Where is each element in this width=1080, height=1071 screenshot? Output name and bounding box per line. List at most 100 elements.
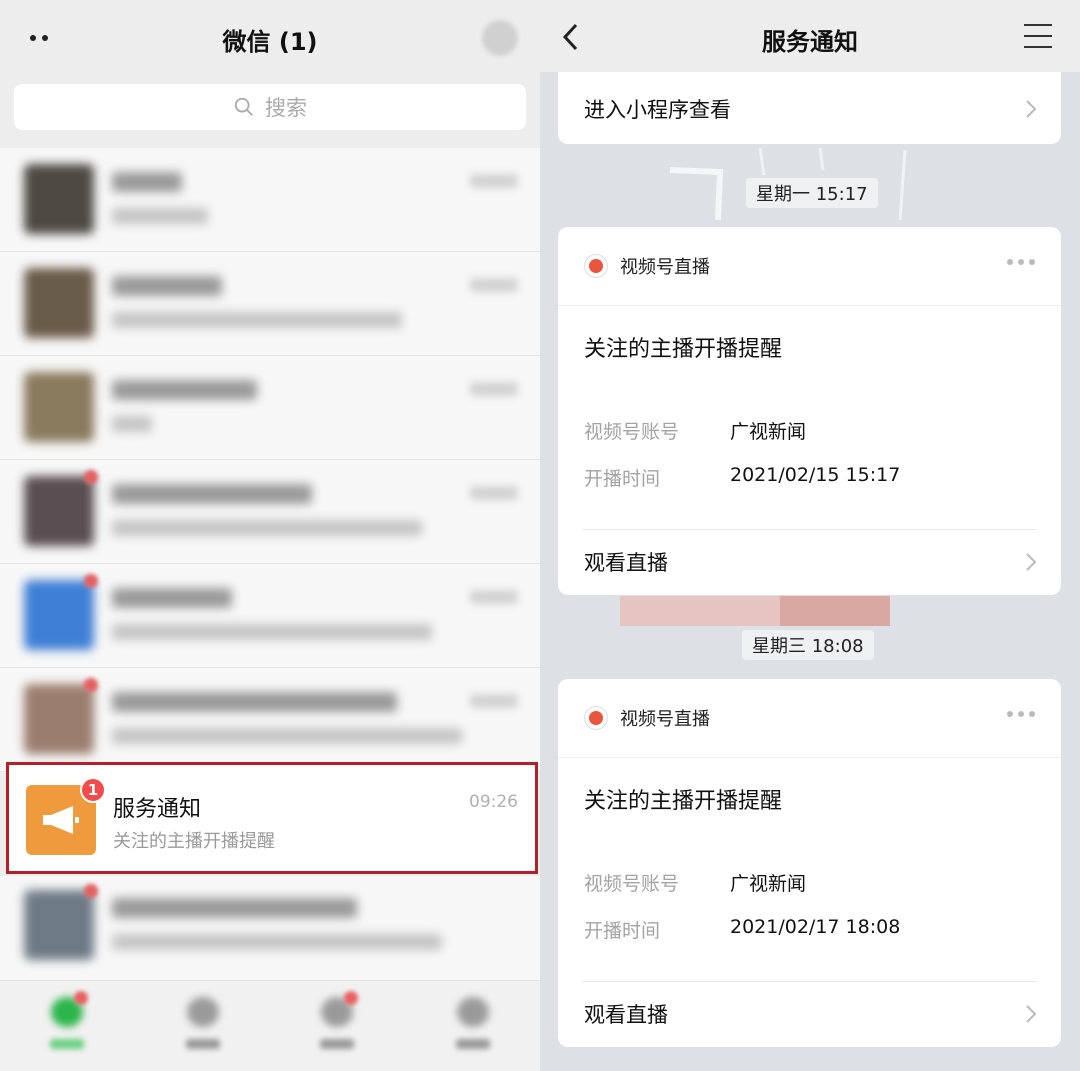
- blurred-name: [112, 276, 222, 296]
- blurred-time: [470, 382, 518, 396]
- blurred-time: [470, 174, 518, 188]
- chat-list-header: 微信 (1): [0, 0, 540, 78]
- search-placeholder: 搜索: [265, 96, 307, 120]
- chat-name: 服务通知: [113, 797, 202, 822]
- field-value: 2021/02/15 15:17: [730, 464, 901, 486]
- unread-dot: [84, 884, 98, 898]
- menu-icon[interactable]: [1024, 24, 1052, 48]
- chat-preview: 关注的主播开播提醒: [113, 831, 275, 852]
- add-button[interactable]: [482, 20, 518, 56]
- list-item[interactable]: [0, 460, 540, 564]
- megaphone-icon: [43, 806, 79, 834]
- divider: [558, 305, 1061, 306]
- live-dot-icon: [584, 706, 608, 730]
- live-dot-icon: [584, 254, 608, 278]
- unread-dot: [344, 991, 358, 1005]
- search-icon: [234, 97, 253, 116]
- unread-dot: [84, 470, 98, 484]
- list-item[interactable]: [0, 876, 540, 980]
- tab-label: [186, 1039, 220, 1049]
- tab-discover[interactable]: [306, 991, 366, 1061]
- blurred-time: [470, 590, 518, 604]
- tab-label: [50, 1039, 84, 1049]
- field-row: 视频号账号 广视新闻: [584, 869, 806, 896]
- source-label: 视频号直播: [620, 257, 710, 278]
- blurred-name: [112, 172, 182, 192]
- field-key: 视频号账号: [584, 873, 680, 895]
- blurred-message: [112, 934, 442, 950]
- divider: [558, 757, 1061, 758]
- field-key: 视频号账号: [584, 421, 680, 443]
- avatar: [24, 476, 94, 546]
- contacts-icon: [187, 997, 219, 1027]
- card-source: 视频号直播: [584, 253, 710, 279]
- service-notification-pane: 服务通知 进入小程序查看 星期一 15:17 视频号直播 关注的主播开播提醒 视…: [540, 0, 1080, 1071]
- avatar: [24, 580, 94, 650]
- field-value: 广视新闻: [730, 421, 807, 443]
- chat-time: 09:26: [469, 792, 518, 812]
- unread-dot: [84, 574, 98, 588]
- tab-bar: [0, 980, 540, 1071]
- blurred-message: [112, 416, 152, 432]
- card-title: 关注的主播开播提醒: [584, 337, 783, 362]
- blurred-time: [470, 694, 518, 708]
- field-value: 2021/02/17 18:08: [730, 916, 901, 938]
- blurred-message: [112, 520, 422, 536]
- watch-live-button[interactable]: 观看直播: [584, 547, 1037, 577]
- blurred-message: [112, 728, 462, 744]
- open-miniprogram-link[interactable]: 进入小程序查看: [584, 94, 1037, 124]
- notification-card[interactable]: 视频号直播 关注的主播开播提醒 视频号账号 广视新闻 开播时间 2021/02/…: [558, 679, 1061, 1047]
- notification-card[interactable]: 视频号直播 关注的主播开播提醒 视频号账号 广视新闻 开播时间 2021/02/…: [558, 227, 1061, 595]
- link-label: 进入小程序查看: [584, 98, 731, 122]
- message-timestamp: 星期一 15:17: [746, 178, 878, 208]
- blurred-time: [470, 278, 518, 292]
- tab-label: [456, 1039, 490, 1049]
- unread-badge: 1: [80, 777, 106, 803]
- ellipsis-icon[interactable]: [1007, 259, 1035, 265]
- divider: [582, 981, 1037, 982]
- tab-me[interactable]: [442, 991, 502, 1061]
- service-notification-chat[interactable]: 1 服务通知 关注的主播开播提醒 09:26: [6, 762, 538, 874]
- chevron-right-icon: [1026, 553, 1037, 571]
- previous-message-card[interactable]: 进入小程序查看: [558, 72, 1061, 144]
- avatar: [24, 372, 94, 442]
- tab-chats[interactable]: [36, 991, 96, 1061]
- field-row: 视频号账号 广视新闻: [584, 417, 806, 444]
- blurred-message: [112, 208, 208, 224]
- list-item[interactable]: [0, 668, 540, 772]
- action-label: 观看直播: [584, 551, 668, 575]
- card-source: 视频号直播: [584, 705, 710, 731]
- conversation-header: 服务通知: [540, 0, 1080, 72]
- blurred-name: [112, 380, 257, 400]
- profile-icon: [457, 997, 489, 1027]
- card-title: 关注的主播开播提醒: [584, 789, 783, 814]
- field-row: 开播时间 2021/02/15 15:17: [584, 464, 900, 491]
- field-row: 开播时间 2021/02/17 18:08: [584, 916, 900, 943]
- ellipsis-icon[interactable]: [1007, 711, 1035, 717]
- conversation-title: 服务通知: [762, 28, 858, 56]
- tab-contacts[interactable]: [172, 991, 232, 1061]
- list-item[interactable]: [0, 564, 540, 668]
- chat-list-pane: 微信 (1) 搜索 1 服务通知 关注的主播开播提醒 09:26: [0, 0, 540, 1071]
- avatar: [24, 890, 94, 960]
- field-key: 开播时间: [584, 468, 661, 490]
- avatar: [24, 684, 94, 754]
- source-label: 视频号直播: [620, 709, 710, 730]
- chevron-right-icon: [1026, 100, 1037, 118]
- search-bar[interactable]: 搜索: [14, 84, 526, 130]
- blurred-name: [112, 484, 312, 504]
- tab-label: [320, 1039, 354, 1049]
- avatar: [24, 268, 94, 338]
- blurred-name: [112, 588, 232, 608]
- blurred-name: [112, 898, 357, 918]
- field-value: 广视新闻: [730, 873, 807, 895]
- list-item[interactable]: [0, 356, 540, 460]
- blurred-time: [470, 486, 518, 500]
- action-label: 观看直播: [584, 1003, 668, 1027]
- page-title: 微信 (1): [222, 28, 318, 56]
- watch-live-button[interactable]: 观看直播: [584, 999, 1037, 1029]
- blurred-message: [112, 312, 402, 328]
- avatar: [24, 164, 94, 234]
- list-item[interactable]: [0, 252, 540, 356]
- list-item[interactable]: [0, 148, 540, 252]
